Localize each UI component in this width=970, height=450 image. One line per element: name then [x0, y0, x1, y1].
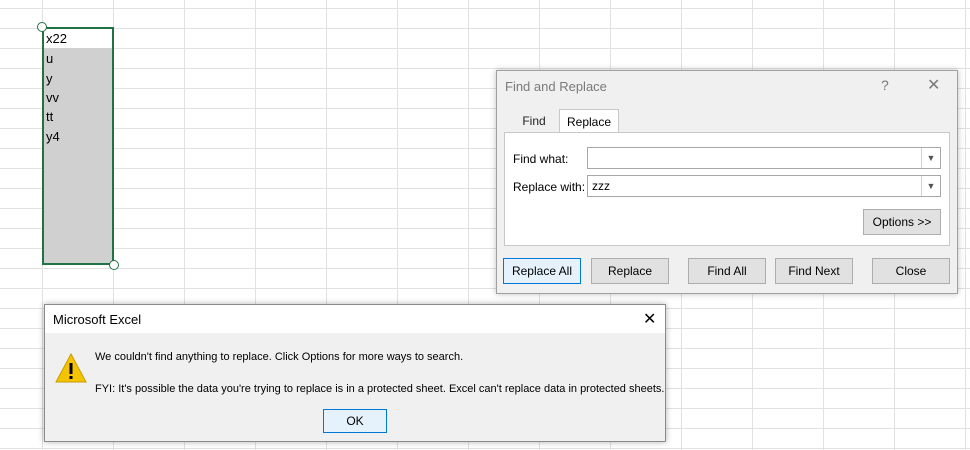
find-what-combobox[interactable]: ▼: [587, 147, 941, 169]
close-icon[interactable]: ✕: [643, 309, 656, 329]
close-button[interactable]: Close: [872, 258, 950, 284]
options-button[interactable]: Options >>: [863, 209, 941, 235]
chevron-down-icon[interactable]: ▼: [921, 176, 940, 196]
dialog-title: Find and Replace: [505, 79, 607, 94]
selection-handle-bottom-right[interactable]: [109, 260, 119, 270]
tab-find[interactable]: Find: [509, 109, 559, 133]
message-title: Microsoft Excel: [53, 312, 142, 327]
replace-all-button[interactable]: Replace All: [503, 258, 581, 284]
close-icon[interactable]: ✕: [927, 75, 940, 95]
replace-tab-panel: Find what: ▼ Replace with: zzz ▼ Options…: [504, 132, 950, 246]
replace-button[interactable]: Replace: [591, 258, 669, 284]
message-text: We couldn't find anything to replace. Cl…: [95, 351, 464, 363]
selection-handle-top-left[interactable]: [37, 22, 47, 32]
replace-with-value: zzz: [592, 179, 610, 193]
find-replace-dialog: Find and Replace ? ✕ Find Replace Find w…: [496, 70, 958, 294]
replace-with-label: Replace with:: [513, 180, 586, 194]
cell-a4[interactable]: vv: [44, 88, 114, 107]
chevron-down-icon[interactable]: ▼: [921, 148, 940, 168]
find-what-label: Find what:: [513, 152, 569, 166]
find-all-button[interactable]: Find All: [688, 258, 766, 284]
cell-a2[interactable]: u: [44, 49, 114, 68]
find-next-button[interactable]: Find Next: [775, 258, 853, 284]
help-icon[interactable]: ?: [881, 77, 889, 93]
message-note: FYI: It's possible the data you're tryin…: [95, 383, 665, 395]
cell-a1[interactable]: x22: [44, 29, 114, 48]
warning-icon: [55, 353, 87, 383]
ok-button[interactable]: OK: [323, 409, 387, 433]
cell-a3[interactable]: y: [44, 69, 114, 88]
cell-a5[interactable]: tt: [44, 107, 114, 126]
replace-with-combobox[interactable]: zzz ▼: [587, 175, 941, 197]
excel-message-dialog: Microsoft Excel ✕ We couldn't find anyth…: [44, 304, 666, 442]
cell-a6[interactable]: y4: [44, 127, 114, 146]
tab-replace[interactable]: Replace: [559, 109, 619, 133]
message-titlebar: Microsoft Excel ✕: [45, 305, 665, 333]
